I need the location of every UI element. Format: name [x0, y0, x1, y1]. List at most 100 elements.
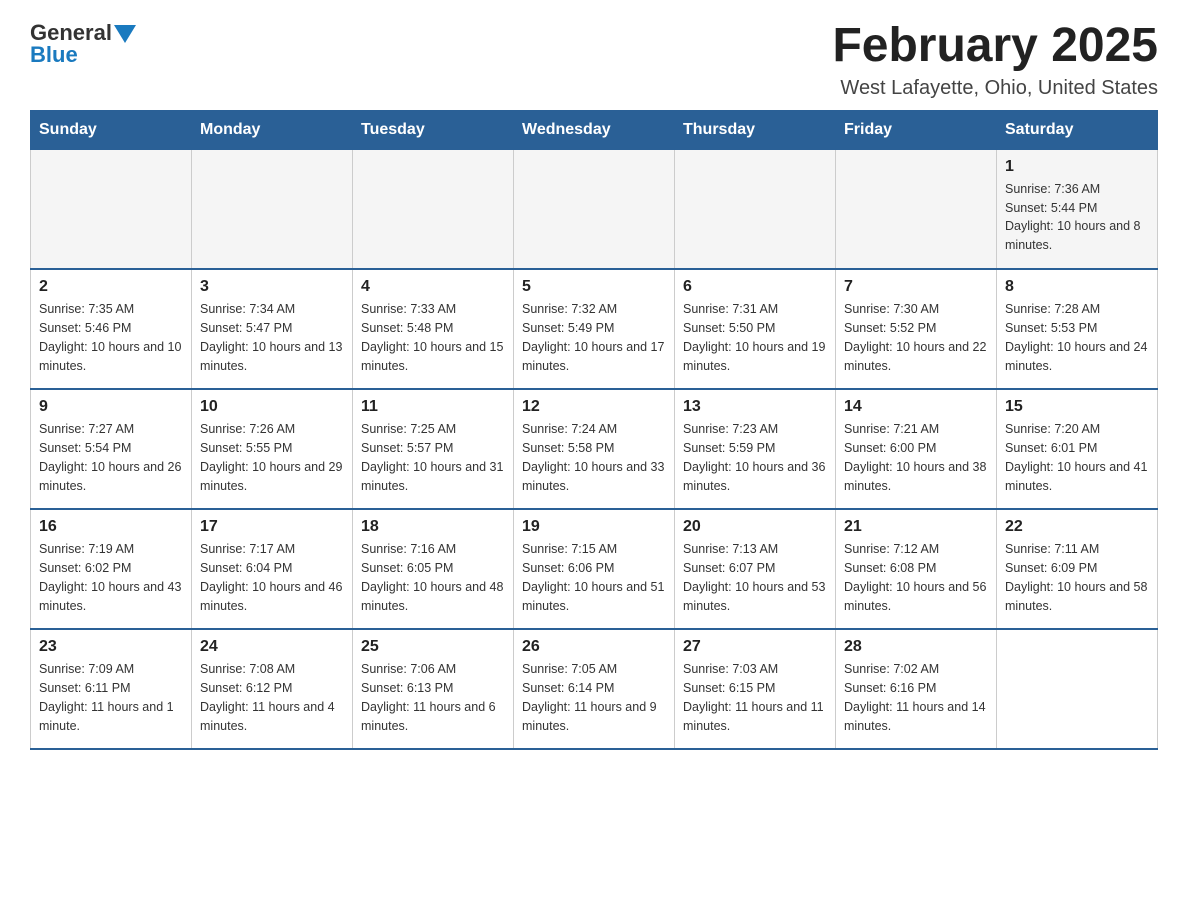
page-header: General Blue February 2025 West Lafayett…: [30, 20, 1158, 100]
calendar-header-row: SundayMondayTuesdayWednesdayThursdayFrid…: [31, 110, 1158, 149]
calendar-cell: 15Sunrise: 7:20 AMSunset: 6:01 PMDayligh…: [997, 389, 1158, 509]
day-number: 3: [200, 278, 344, 296]
location-subtitle: West Lafayette, Ohio, United States: [832, 77, 1158, 100]
day-number: 21: [844, 518, 988, 536]
logo-triangle-icon: [114, 25, 136, 43]
day-number: 6: [683, 278, 827, 296]
sun-info: Sunrise: 7:28 AMSunset: 5:53 PMDaylight:…: [1005, 300, 1149, 375]
calendar-table: SundayMondayTuesdayWednesdayThursdayFrid…: [30, 110, 1158, 751]
logo: General Blue: [30, 20, 136, 68]
calendar-cell: 25 Sunrise: 7:06 AMSunset: 6:13 PMDayligh…: [353, 629, 514, 749]
sun-info: Sunrise: 7:32 AMSunset: 5:49 PMDaylight:…: [522, 300, 666, 375]
calendar-cell: 5Sunrise: 7:32 AMSunset: 5:49 PMDaylight…: [514, 269, 675, 389]
day-number: 8: [1005, 278, 1149, 296]
day-number: 4: [361, 278, 505, 296]
day-number: 2: [39, 278, 183, 296]
sun-info: Sunrise: 7:35 AMSunset: 5:46 PMDaylight:…: [39, 300, 183, 375]
day-number: 28: [844, 638, 988, 656]
calendar-header-saturday: Saturday: [997, 110, 1158, 149]
sun-info: Sunrise: 7:16 AMSunset: 6:05 PMDaylight:…: [361, 540, 505, 615]
calendar-cell: [192, 149, 353, 269]
sun-info: Sunrise: 7:34 AMSunset: 5:47 PMDaylight:…: [200, 300, 344, 375]
sun-info: Sunrise: 7:24 AMSunset: 5:58 PMDaylight:…: [522, 420, 666, 495]
day-number: 11: [361, 398, 505, 416]
calendar-cell: 24 Sunrise: 7:08 AMSunset: 6:12 PMDayligh…: [192, 629, 353, 749]
calendar-header-monday: Monday: [192, 110, 353, 149]
month-title: February 2025: [832, 20, 1158, 73]
day-number: 23: [39, 638, 183, 656]
sun-info: Sunrise: 7:30 AMSunset: 5:52 PMDaylight:…: [844, 300, 988, 375]
calendar-cell: [353, 149, 514, 269]
calendar-cell: 26 Sunrise: 7:05 AMSunset: 6:14 PMDayligh…: [514, 629, 675, 749]
day-number: 17: [200, 518, 344, 536]
sun-info: Sunrise: 7:12 AMSunset: 6:08 PMDaylight:…: [844, 540, 988, 615]
calendar-header-friday: Friday: [836, 110, 997, 149]
sun-info: Sunrise: 7:03 AMSunset: 6:15 PMDaylight:…: [683, 660, 827, 735]
calendar-cell: 13 Sunrise: 7:23 AMSunset: 5:59 PMDayligh…: [675, 389, 836, 509]
day-number: 19: [522, 518, 666, 536]
calendar-cell: 23Sunrise: 7:09 AMSunset: 6:11 PMDayligh…: [31, 629, 192, 749]
day-number: 7: [844, 278, 988, 296]
sun-info: Sunrise: 7:06 AMSunset: 6:13 PMDaylight:…: [361, 660, 505, 735]
day-number: 26: [522, 638, 666, 656]
logo-blue-text: Blue: [30, 42, 78, 68]
calendar-cell: 4 Sunrise: 7:33 AMSunset: 5:48 PMDaylight…: [353, 269, 514, 389]
sun-info: Sunrise: 7:19 AMSunset: 6:02 PMDaylight:…: [39, 540, 183, 615]
sun-info: Sunrise: 7:08 AMSunset: 6:12 PMDaylight:…: [200, 660, 344, 735]
sun-info: Sunrise: 7:36 AMSunset: 5:44 PMDaylight:…: [1005, 180, 1149, 255]
calendar-cell: 22 Sunrise: 7:11 AMSunset: 6:09 PMDayligh…: [997, 509, 1158, 629]
day-number: 14: [844, 398, 988, 416]
calendar-cell: 12 Sunrise: 7:24 AMSunset: 5:58 PMDayligh…: [514, 389, 675, 509]
sun-info: Sunrise: 7:27 AMSunset: 5:54 PMDaylight:…: [39, 420, 183, 495]
calendar-cell: 16 Sunrise: 7:19 AMSunset: 6:02 PMDayligh…: [31, 509, 192, 629]
sun-info: Sunrise: 7:25 AMSunset: 5:57 PMDaylight:…: [361, 420, 505, 495]
calendar-cell: 2 Sunrise: 7:35 AMSunset: 5:46 PMDaylight…: [31, 269, 192, 389]
calendar-cell: 11 Sunrise: 7:25 AMSunset: 5:57 PMDayligh…: [353, 389, 514, 509]
calendar-cell: 6Sunrise: 7:31 AMSunset: 5:50 PMDaylight…: [675, 269, 836, 389]
sun-info: Sunrise: 7:15 AMSunset: 6:06 PMDaylight:…: [522, 540, 666, 615]
sun-info: Sunrise: 7:17 AMSunset: 6:04 PMDaylight:…: [200, 540, 344, 615]
day-number: 1: [1005, 158, 1149, 176]
calendar-cell: 8 Sunrise: 7:28 AMSunset: 5:53 PMDaylight…: [997, 269, 1158, 389]
sun-info: Sunrise: 7:02 AMSunset: 6:16 PMDaylight:…: [844, 660, 988, 735]
day-number: 18: [361, 518, 505, 536]
calendar-cell: [675, 149, 836, 269]
day-number: 22: [1005, 518, 1149, 536]
calendar-header-thursday: Thursday: [675, 110, 836, 149]
calendar-week-row: 1 Sunrise: 7:36 AMSunset: 5:44 PMDaylight…: [31, 149, 1158, 269]
day-number: 16: [39, 518, 183, 536]
sun-info: Sunrise: 7:20 AMSunset: 6:01 PMDaylight:…: [1005, 420, 1149, 495]
calendar-week-row: 9Sunrise: 7:27 AMSunset: 5:54 PMDaylight…: [31, 389, 1158, 509]
calendar-cell: 17 Sunrise: 7:17 AMSunset: 6:04 PMDayligh…: [192, 509, 353, 629]
calendar-cell: [514, 149, 675, 269]
day-number: 20: [683, 518, 827, 536]
calendar-week-row: 2 Sunrise: 7:35 AMSunset: 5:46 PMDaylight…: [31, 269, 1158, 389]
calendar-cell: 14 Sunrise: 7:21 AMSunset: 6:00 PMDayligh…: [836, 389, 997, 509]
day-number: 13: [683, 398, 827, 416]
calendar-header-wednesday: Wednesday: [514, 110, 675, 149]
calendar-cell: 3 Sunrise: 7:34 AMSunset: 5:47 PMDaylight…: [192, 269, 353, 389]
calendar-cell: [31, 149, 192, 269]
day-number: 27: [683, 638, 827, 656]
day-number: 10: [200, 398, 344, 416]
calendar-header-sunday: Sunday: [31, 110, 192, 149]
day-number: 25: [361, 638, 505, 656]
calendar-cell: 10Sunrise: 7:26 AMSunset: 5:55 PMDayligh…: [192, 389, 353, 509]
calendar-cell: 9Sunrise: 7:27 AMSunset: 5:54 PMDaylight…: [31, 389, 192, 509]
calendar-week-row: 23Sunrise: 7:09 AMSunset: 6:11 PMDayligh…: [31, 629, 1158, 749]
calendar-header-tuesday: Tuesday: [353, 110, 514, 149]
calendar-cell: [836, 149, 997, 269]
calendar-cell: 27 Sunrise: 7:03 AMSunset: 6:15 PMDayligh…: [675, 629, 836, 749]
sun-info: Sunrise: 7:33 AMSunset: 5:48 PMDaylight:…: [361, 300, 505, 375]
sun-info: Sunrise: 7:21 AMSunset: 6:00 PMDaylight:…: [844, 420, 988, 495]
calendar-cell: 21 Sunrise: 7:12 AMSunset: 6:08 PMDayligh…: [836, 509, 997, 629]
calendar-cell: 1 Sunrise: 7:36 AMSunset: 5:44 PMDaylight…: [997, 149, 1158, 269]
sun-info: Sunrise: 7:11 AMSunset: 6:09 PMDaylight:…: [1005, 540, 1149, 615]
calendar-cell: 28 Sunrise: 7:02 AMSunset: 6:16 PMDayligh…: [836, 629, 997, 749]
sun-info: Sunrise: 7:23 AMSunset: 5:59 PMDaylight:…: [683, 420, 827, 495]
calendar-cell: 19 Sunrise: 7:15 AMSunset: 6:06 PMDayligh…: [514, 509, 675, 629]
sun-info: Sunrise: 7:05 AMSunset: 6:14 PMDaylight:…: [522, 660, 666, 735]
day-number: 24: [200, 638, 344, 656]
day-number: 12: [522, 398, 666, 416]
title-block: February 2025 West Lafayette, Ohio, Unit…: [832, 20, 1158, 100]
